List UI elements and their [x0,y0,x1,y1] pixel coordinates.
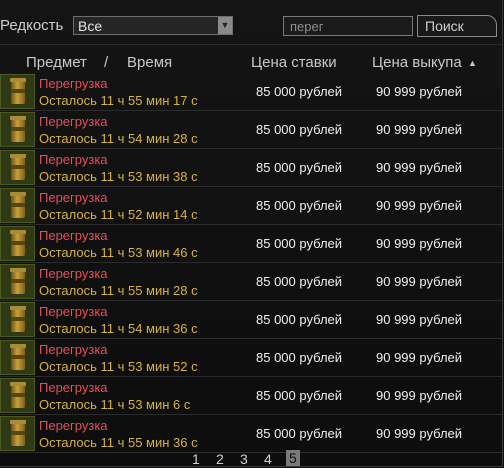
jar-icon [10,78,26,104]
column-header-time[interactable]: Время [127,54,172,71]
jar-icon [10,344,26,370]
buyout-price: 90 999 рублей [376,84,463,99]
search-input[interactable] [283,16,413,36]
buyout-price: 90 999 рублей [376,350,463,365]
table-row[interactable]: Перегрузка Осталось 11 ч 52 мин 14 с 85 … [0,187,502,225]
item-thumbnail[interactable] [0,340,35,375]
jar-icon [10,154,26,180]
buyout-price: 90 999 рублей [376,160,463,175]
time-remaining: Осталось 11 ч 53 мин 38 с [39,169,198,184]
table-row[interactable]: Перегрузка Осталось 11 ч 53 мин 6 с 85 0… [0,377,502,415]
table-row[interactable]: Перегрузка Осталось 11 ч 53 мин 46 с 85 … [0,225,502,263]
column-header-separator: / [104,54,109,71]
search-button[interactable]: Поиск [417,15,497,37]
page-link-4[interactable]: 4 [264,451,272,467]
page-link-3[interactable]: 3 [240,451,248,467]
buyout-price: 90 999 рублей [376,312,463,327]
time-remaining: Осталось 11 ч 52 мин 14 с [39,207,198,222]
time-remaining: Осталось 11 ч 53 мин 46 с [39,245,198,260]
table-row[interactable]: Перегрузка Осталось 11 ч 55 мин 17 с 85 … [0,73,502,111]
bid-price: 85 000 рублей [256,236,343,251]
item-thumbnail[interactable] [0,302,35,337]
jar-icon [10,116,26,142]
column-header-item[interactable]: Предмет [26,54,87,71]
buyout-price: 90 999 рублей [376,388,463,403]
item-name: Перегрузка [39,266,108,281]
rarity-label: Редкость [0,17,64,34]
buyout-price: 90 999 рублей [376,274,463,289]
chevron-down-icon[interactable]: ▼ [218,17,232,34]
item-name: Перегрузка [39,152,108,167]
bid-price: 85 000 рублей [256,274,343,289]
time-remaining: Осталось 11 ч 54 мин 28 с [39,131,198,146]
table-row[interactable]: Перегрузка Осталось 11 ч 53 мин 38 с 85 … [0,149,502,187]
table-row[interactable]: Перегрузка Осталось 11 ч 54 мин 28 с 85 … [0,111,502,149]
jar-icon [10,192,26,218]
bid-price: 85 000 рублей [256,84,343,99]
item-name: Перегрузка [39,76,108,91]
time-remaining: Осталось 11 ч 53 мин 6 с [39,397,191,412]
lot-list: Перегрузка Осталось 11 ч 55 мин 17 с 85 … [0,73,502,453]
item-thumbnail[interactable] [0,264,35,299]
bid-price: 85 000 рублей [256,160,343,175]
time-remaining: Осталось 11 ч 53 мин 52 с [39,359,198,374]
time-remaining: Осталось 11 ч 55 мин 36 с [39,435,198,450]
bid-price: 85 000 рублей [256,122,343,137]
time-remaining: Осталось 11 ч 55 мин 17 с [39,93,198,108]
time-remaining: Осталось 11 ч 55 мин 28 с [39,283,198,298]
item-name: Перегрузка [39,380,108,395]
item-name: Перегрузка [39,228,108,243]
buyout-price: 90 999 рублей [376,426,463,441]
item-thumbnail[interactable] [0,226,35,261]
buyout-price: 90 999 рублей [376,236,463,251]
table-row[interactable]: Перегрузка Осталось 11 ч 55 мин 36 с 85 … [0,415,502,453]
column-header-buyout[interactable]: Цена выкупа [372,54,462,71]
item-thumbnail[interactable] [0,188,35,223]
bid-price: 85 000 рублей [256,426,343,441]
item-thumbnail[interactable] [0,378,35,413]
jar-icon [10,306,26,332]
item-thumbnail[interactable] [0,150,35,185]
page-link-2[interactable]: 2 [216,451,224,467]
bid-price: 85 000 рублей [256,312,343,327]
item-name: Перегрузка [39,190,108,205]
jar-icon [10,420,26,446]
auction-panel: Редкость Все ▼ Поиск Предмет / Время Цен… [0,0,503,467]
bid-price: 85 000 рублей [256,350,343,365]
bid-price: 85 000 рублей [256,198,343,213]
jar-icon [10,230,26,256]
table-row[interactable]: Перегрузка Осталось 11 ч 55 мин 28 с 85 … [0,263,502,301]
jar-icon [10,382,26,408]
table-row[interactable]: Перегрузка Осталось 11 ч 54 мин 36 с 85 … [0,301,502,339]
time-remaining: Осталось 11 ч 54 мин 36 с [39,321,198,336]
item-thumbnail[interactable] [0,74,35,109]
divider [0,44,502,45]
item-thumbnail[interactable] [0,416,35,451]
item-name: Перегрузка [39,418,108,433]
jar-icon [10,268,26,294]
table-row[interactable]: Перегрузка Осталось 11 ч 53 мин 52 с 85 … [0,339,502,377]
item-name: Перегрузка [39,342,108,357]
page-link-current[interactable]: 5 [286,450,300,466]
bid-price: 85 000 рублей [256,388,343,403]
item-thumbnail[interactable] [0,112,35,147]
buyout-price: 90 999 рублей [376,122,463,137]
item-name: Перегрузка [39,304,108,319]
column-header-bid[interactable]: Цена ставки [251,54,337,71]
sort-ascending-icon[interactable]: ▲ [468,58,477,68]
item-name: Перегрузка [39,114,108,129]
buyout-price: 90 999 рублей [376,198,463,213]
rarity-dropdown[interactable]: Все ▼ [73,16,233,35]
page-link-1[interactable]: 1 [192,451,200,467]
rarity-selected-value: Все [78,18,103,34]
